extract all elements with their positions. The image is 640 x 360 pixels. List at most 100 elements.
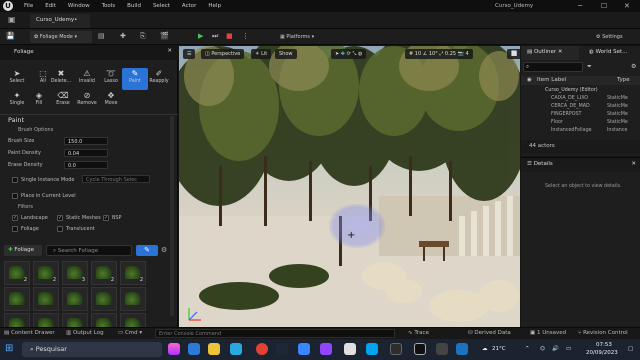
outliner-row[interactable]: CAIXA_DE_LIXO StaticMe [521, 96, 640, 104]
foliage-thumb[interactable] [120, 287, 146, 311]
unsaved-button[interactable]: ▣ 1 Unsaved [530, 330, 566, 336]
app-icon[interactable] [366, 343, 378, 355]
menu-window[interactable]: Window [62, 3, 96, 9]
outliner-row[interactable]: CERCA_DE_MAD StaticMe [521, 104, 640, 112]
app-icon[interactable] [320, 343, 332, 355]
minimize-icon[interactable]: ─ [578, 2, 582, 10]
foliage-thumb[interactable] [4, 287, 30, 311]
app-icon[interactable] [344, 343, 356, 355]
console-command-input[interactable]: Enter Console Command [155, 329, 395, 338]
outliner-row[interactable]: FINGERPOST StaticMe [521, 112, 640, 120]
cmd-dropdown[interactable]: ▭ Cmd ▾ [118, 330, 142, 336]
network-icon[interactable]: ⌬ [540, 346, 545, 352]
add-foliage-button[interactable]: ✚ Foliage [4, 245, 42, 256]
tool-select[interactable]: ➤ Select [4, 68, 30, 90]
foliage-paint-toggle[interactable]: ✎ [136, 245, 158, 256]
filter-foliage-checkbox[interactable] [12, 226, 18, 232]
globe-icon[interactable]: ◍ [358, 51, 362, 57]
close-icon[interactable]: ✕ [631, 161, 636, 167]
more-icon[interactable]: ⋮ [242, 32, 249, 40]
edge-icon[interactable] [230, 343, 242, 355]
platforms-button[interactable]: ▦ Platforms ▾ [276, 31, 318, 43]
play-icon[interactable]: ▶ [198, 32, 203, 40]
lit-button[interactable]: ☀ Lit [251, 49, 272, 59]
notification-icon[interactable]: ▢ [628, 346, 633, 352]
maximize-viewport-button[interactable]: ⬜ [507, 49, 520, 59]
scale-icon[interactable]: ⤡ [352, 51, 356, 57]
outliner-search-input[interactable]: ⌕ [523, 62, 583, 72]
foliage-thumb[interactable] [91, 287, 117, 311]
close-icon[interactable]: ✕ [624, 2, 630, 10]
foliage-thumb[interactable]: 2 [4, 261, 30, 285]
viewport-options-button[interactable]: ☰ [183, 49, 196, 59]
eye-icon[interactable]: ◉ [527, 77, 532, 83]
translate-icon[interactable]: ✥ [341, 51, 345, 57]
tab-outliner[interactable]: ▤ Outliner ✕ [521, 46, 579, 60]
trace-button[interactable]: ∿ Trace [408, 330, 429, 336]
tool-delete[interactable]: ✖ Delete... [48, 68, 74, 90]
chevron-up-icon[interactable]: ⌃ [525, 346, 530, 352]
app-icon[interactable] [188, 343, 200, 355]
foliage-thumb[interactable] [33, 287, 59, 311]
app-icon[interactable] [298, 343, 310, 355]
level-viewport[interactable]: + ☰ ◫ Perspective ☀ Lit Show ➤ ✥ ⟳ ⤡ ◍ #… [179, 46, 520, 327]
output-log-button[interactable]: ▥ Output Log [66, 330, 104, 336]
add-actor-icon[interactable]: ✚ [120, 32, 126, 40]
single-instance-checkbox[interactable] [12, 177, 18, 183]
outliner-row[interactable]: InstancedFoliage Instance [521, 128, 640, 136]
chrome-icon[interactable] [256, 343, 268, 355]
derived-data-button[interactable]: ⛁ Derived Data [468, 330, 511, 336]
col-item-label[interactable]: Item Label [537, 77, 566, 83]
close-icon[interactable]: ✕ [558, 49, 563, 55]
tool-fill[interactable]: ◈ Fill [26, 90, 52, 112]
taskbar-search[interactable]: ⌕ Pesquisar [22, 342, 162, 357]
col-type[interactable]: Type [617, 77, 630, 83]
foliage-thumb[interactable]: 2 [91, 261, 117, 285]
filter-static-meshes-checkbox[interactable]: ✓ [57, 215, 63, 221]
windows-start-icon[interactable]: ⊞ [5, 343, 13, 354]
filters-header[interactable]: Filters [18, 204, 33, 210]
select-tool-icon[interactable]: ➤ [335, 51, 339, 57]
erase-density-input[interactable]: 0.0 [64, 161, 108, 169]
content-drawer-button[interactable]: ▤ Content Drawer [4, 330, 55, 336]
panel-scrollbar[interactable] [170, 116, 174, 316]
outliner-row[interactable]: Curso_Udemy (Editor) [521, 88, 640, 96]
place-current-level-checkbox[interactable] [12, 193, 18, 199]
tab-world-settings[interactable]: ◍ World Set... [583, 46, 640, 60]
content-icon[interactable]: ▤ [98, 32, 105, 40]
tool-invalid[interactable]: ⚠ Invalid [74, 68, 100, 90]
tool-paint[interactable]: ✎ Paint [122, 68, 148, 90]
single-instance-dropdown[interactable]: Cycle Through Selec [82, 175, 150, 183]
maximize-icon[interactable]: ☐ [601, 2, 607, 10]
tab-project[interactable]: Curso_Udemy• [30, 14, 90, 28]
close-icon[interactable]: ✕ [167, 48, 172, 54]
brush-size-input[interactable]: 150.0 [64, 137, 108, 145]
tool-move[interactable]: ✥ Move [98, 90, 124, 112]
mode-dropdown[interactable]: ✿ Foliage Mode ▾ [30, 31, 92, 43]
app-icon[interactable] [168, 343, 180, 355]
tool-erase[interactable]: ⌫ Erase [50, 90, 76, 112]
steam-icon[interactable] [276, 343, 288, 355]
stop-icon[interactable]: ■ [226, 32, 233, 40]
show-button[interactable]: Show [275, 49, 297, 59]
tool-remove[interactable]: ⊘ Remove [74, 90, 100, 112]
snap-controls[interactable]: # 10 ∠ 10° ⤢ 0.25 📷 4 [405, 49, 473, 59]
filter-bsp-checkbox[interactable]: ✓ [103, 215, 109, 221]
menu-tools[interactable]: Tools [96, 3, 122, 9]
battery-icon[interactable]: ▭ [566, 346, 571, 352]
tool-lasso[interactable]: ➰ Lasso [98, 68, 124, 90]
app-icon[interactable] [390, 343, 402, 355]
save-icon[interactable]: 💾 [6, 32, 15, 40]
filter-landscape-checkbox[interactable]: ✓ [12, 215, 18, 221]
step-icon[interactable]: ⏭ [212, 32, 218, 41]
outliner-row[interactable]: Floor StaticMe [521, 120, 640, 128]
rotate-icon[interactable]: ⟳ [347, 51, 351, 57]
brush-options-header[interactable]: Brush Options [18, 127, 53, 133]
perspective-button[interactable]: ◫ Perspective [201, 49, 245, 59]
foliage-thumb[interactable]: 2 [120, 261, 146, 285]
app-icon[interactable] [436, 343, 448, 355]
gear-icon[interactable]: ⚙ [161, 246, 167, 254]
menu-help[interactable]: Help [202, 3, 227, 9]
menu-edit[interactable]: Edit [39, 3, 62, 9]
cinematics-icon[interactable]: 🎬 [160, 32, 169, 40]
